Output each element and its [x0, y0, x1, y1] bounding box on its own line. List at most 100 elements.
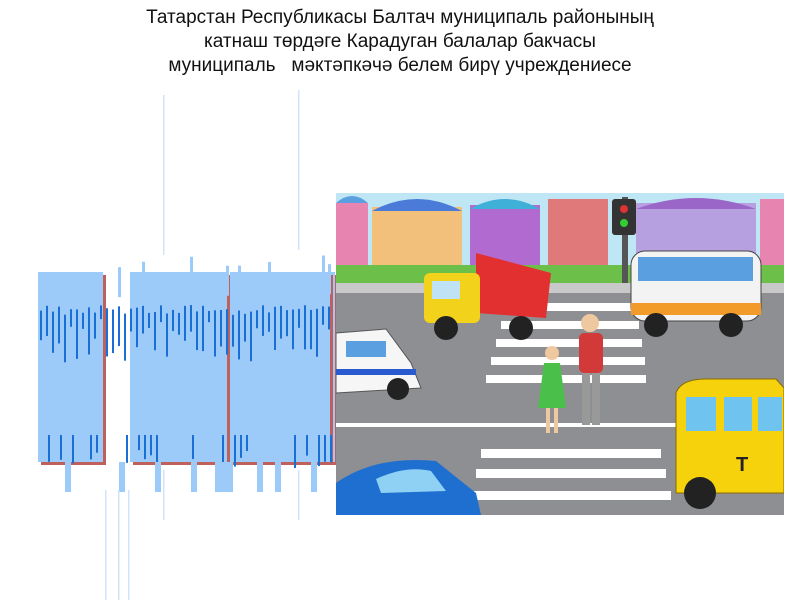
wordart-stroke	[70, 309, 72, 327]
wordart-stroke	[238, 310, 240, 360]
wordart-stroke	[88, 307, 90, 355]
wordart-stroke	[190, 256, 193, 287]
wordart-stroke	[226, 265, 229, 296]
wordart-stroke	[310, 309, 312, 350]
wordart-stroke	[100, 305, 102, 320]
wordart-stroke	[256, 310, 258, 329]
wordart-hairline	[163, 95, 165, 255]
wordart-stroke	[226, 309, 228, 355]
wordart-stroke	[90, 435, 92, 460]
wordart-stroke	[150, 435, 152, 456]
wordart-block	[130, 272, 227, 462]
wordart-stroke	[318, 435, 320, 467]
wordart-stroke	[202, 305, 204, 352]
wordart-stroke	[65, 462, 71, 492]
wordart-stroke	[124, 313, 126, 361]
wordart-stroke	[166, 313, 168, 357]
wordart-stroke	[280, 305, 282, 339]
wordart-stroke	[234, 435, 236, 467]
wordart-stroke	[324, 435, 326, 462]
wordart-stroke	[46, 305, 48, 337]
wordart-stroke	[64, 314, 66, 363]
wordart-stroke	[298, 308, 300, 328]
wordart-stroke	[246, 435, 248, 452]
wordart-stroke	[220, 309, 222, 347]
wordart-stroke	[106, 308, 108, 357]
wordart-stroke	[227, 462, 233, 492]
wordart-stroke	[250, 311, 252, 362]
wordart-stroke	[221, 462, 227, 492]
wordart-stroke	[306, 435, 308, 456]
wordart-stroke	[94, 312, 96, 339]
wordart-stroke	[144, 435, 146, 460]
wordart-stroke	[118, 267, 121, 298]
wordart-stroke	[322, 255, 325, 286]
wordart-stroke	[322, 306, 324, 325]
wordart-stroke	[311, 462, 317, 492]
wordart-stroke	[286, 310, 288, 337]
wordart-stroke	[215, 462, 221, 492]
wordart-stroke	[196, 311, 198, 351]
wordart-hairline	[298, 90, 300, 250]
wordart-stroke	[142, 305, 144, 334]
wordart-stroke	[118, 306, 120, 347]
wordart-stroke	[240, 435, 242, 458]
wordart-stroke	[136, 307, 138, 348]
wordart-stroke	[190, 305, 192, 332]
wordart-stroke	[58, 306, 60, 344]
taxi: T	[675, 378, 784, 509]
wordart-stroke	[304, 305, 306, 350]
wordart-stroke	[160, 305, 162, 323]
wordart-stroke	[262, 305, 264, 336]
wordart-stroke	[178, 312, 180, 335]
wordart-block	[38, 272, 103, 462]
wordart-stroke	[316, 308, 318, 357]
wordart-stroke	[238, 265, 241, 296]
wordart-stroke	[52, 311, 54, 353]
wordart-stroke	[82, 312, 84, 329]
slide-title: Татарстан Республикасы Балтач муниципаль…	[80, 6, 720, 78]
wordart-stroke	[257, 462, 263, 492]
wordart-stroke	[72, 435, 74, 464]
wordart-stroke	[112, 309, 114, 354]
wordart-stroke	[328, 306, 330, 330]
wordart-stroke	[119, 462, 125, 492]
wordart-stroke	[214, 310, 216, 357]
wordart-stroke	[191, 462, 197, 492]
wordart-stroke	[275, 462, 281, 492]
wordart-stroke	[60, 435, 62, 460]
wordart-stroke	[292, 309, 294, 350]
wordart-stroke	[40, 310, 42, 341]
title-line-1: Татарстан Республикасы Балтач муниципаль…	[146, 7, 654, 28]
wordart-hairline	[163, 470, 165, 520]
wordart-stroke	[268, 261, 271, 292]
wordart-stroke	[172, 309, 174, 332]
wordart-stroke	[130, 308, 132, 332]
wordart-stroke	[155, 462, 161, 492]
wordart-stroke	[148, 312, 150, 328]
wordart-block	[275, 272, 330, 462]
wordart-stroke	[328, 264, 331, 295]
wordart-stroke	[142, 261, 145, 292]
wordart-stroke	[76, 309, 78, 359]
wordart-hairline	[105, 490, 107, 600]
title-line-2: катнаш төрдәге Карадуган балалар бакчасы	[204, 31, 596, 52]
wordart-stroke	[232, 314, 234, 347]
wordart-stroke	[244, 313, 246, 342]
wordart-stroke	[268, 312, 270, 332]
wordart-hairline	[128, 490, 130, 600]
road-crossing-illustration: T	[336, 193, 784, 515]
wordart-hairline	[298, 470, 300, 520]
zebra-crossing-bottom	[471, 449, 671, 500]
wordart-stroke	[126, 435, 128, 463]
wordart-stroke	[274, 306, 276, 350]
wordart-stroke	[96, 435, 98, 453]
wordart-stroke	[294, 435, 296, 469]
wordart-stroke	[208, 311, 210, 323]
wordart-stroke	[154, 311, 156, 351]
wordart-stroke	[48, 435, 50, 462]
wordart-stroke	[184, 305, 186, 341]
wordart-stroke	[192, 435, 194, 460]
title-line-3: муниципаль мәктәпкәчә белем бирү учрежде…	[168, 55, 632, 76]
wordart-stroke	[222, 435, 224, 464]
